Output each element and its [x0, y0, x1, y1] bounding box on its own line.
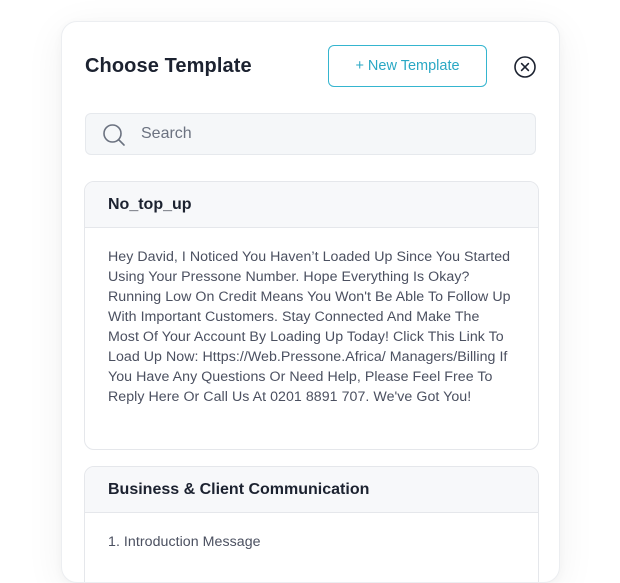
close-button[interactable] — [513, 55, 537, 79]
template-body: 1. Introduction Message — [108, 534, 261, 550]
template-card-header: No_top_up — [85, 182, 538, 228]
search-icon — [103, 124, 125, 146]
choose-template-modal: Choose Template + New Template No_top_up… — [61, 21, 560, 583]
template-name: No_top_up — [108, 195, 192, 213]
search-bar — [85, 113, 536, 155]
modal-title: Choose Template — [85, 55, 252, 77]
modal-header: Choose Template + New Template — [62, 22, 559, 112]
search-input[interactable] — [141, 114, 521, 154]
template-card-no-top-up[interactable]: No_top_up Hey David, I Noticed You Haven… — [84, 181, 539, 450]
template-card-header: Business & Client Communication — [85, 467, 538, 513]
template-card-business-client-communication[interactable]: Business & Client Communication 1. Intro… — [84, 466, 539, 582]
new-template-button[interactable]: + New Template — [328, 45, 487, 87]
template-name: Business & Client Communication — [108, 480, 370, 498]
template-body: Hey David, I Noticed You Haven’t Loaded … — [108, 249, 511, 405]
close-circle-icon — [514, 56, 536, 78]
